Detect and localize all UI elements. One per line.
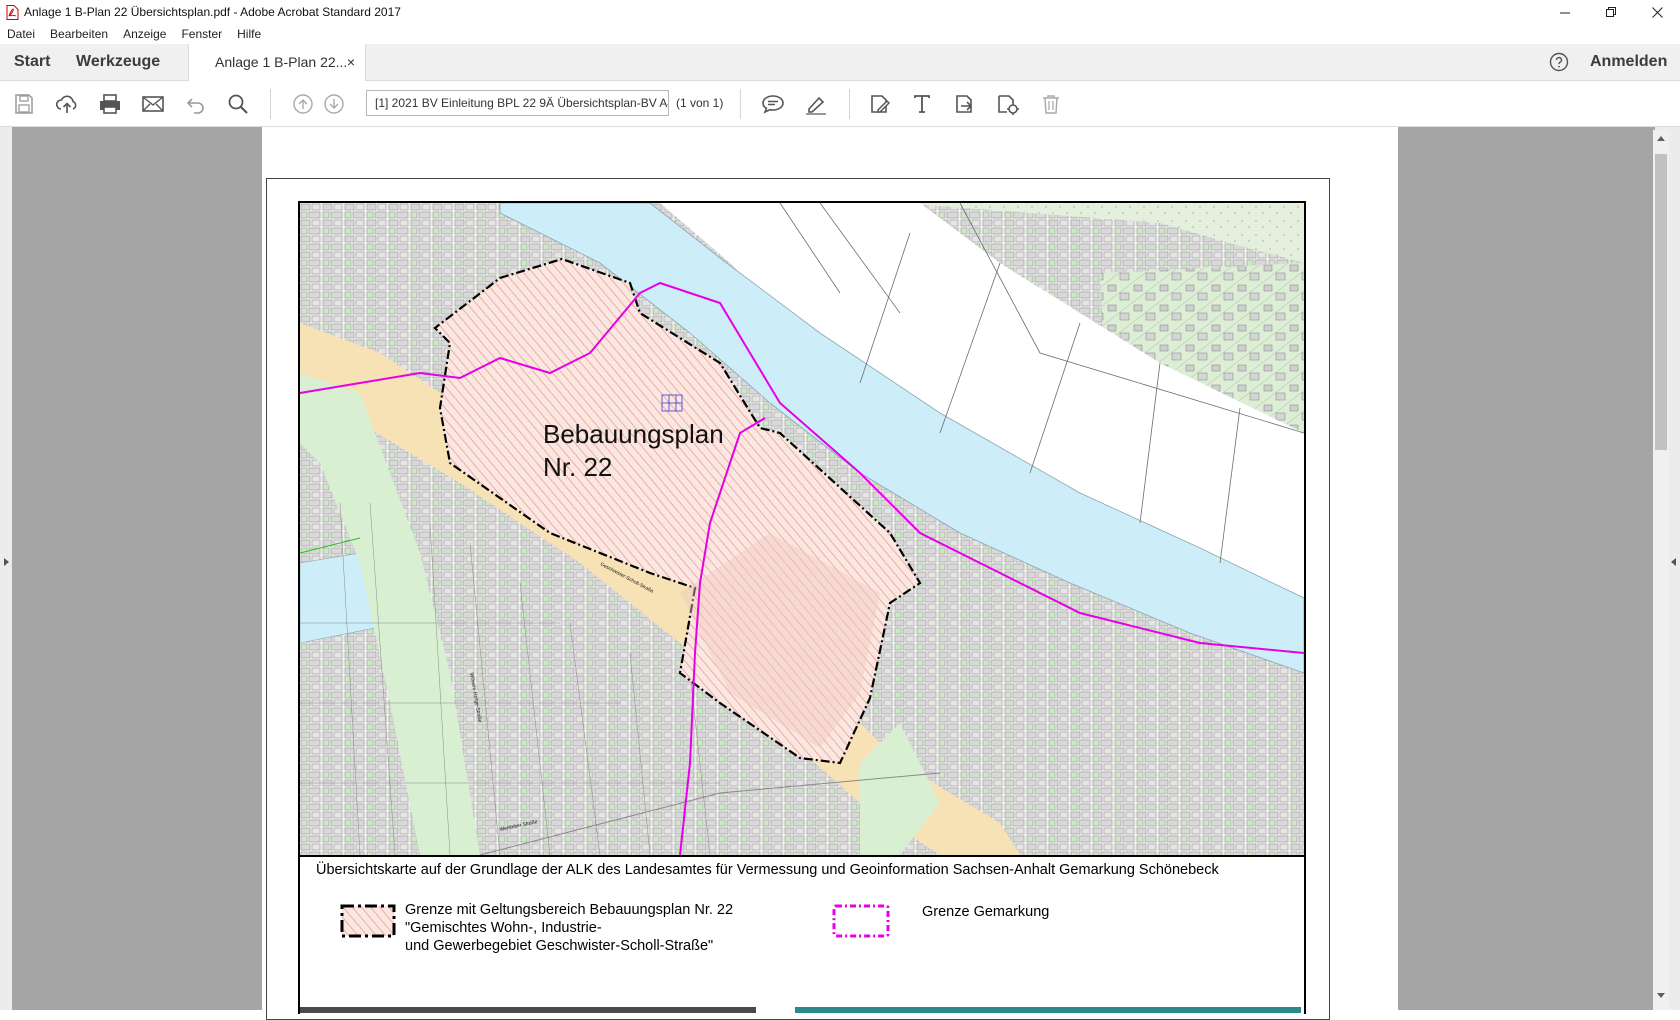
menu-anzeige[interactable]: Anzeige: [116, 27, 174, 41]
signin-button[interactable]: Anmelden: [1590, 44, 1667, 80]
tab-start[interactable]: Start: [14, 44, 50, 80]
expand-right-icon[interactable]: [3, 557, 10, 569]
tab-bar: Start Werkzeuge Anlage 1 B-Plan 22... × …: [0, 44, 1680, 81]
legend-boundary-line1: Grenze mit Geltungsbereich Bebauungsplan…: [405, 902, 734, 918]
delete-icon[interactable]: [1037, 90, 1065, 118]
menu-hilfe[interactable]: Hilfe: [230, 27, 269, 41]
export-icon[interactable]: [951, 90, 979, 118]
expand-left-icon[interactable]: [1670, 557, 1677, 569]
search-icon[interactable]: [224, 90, 252, 118]
tab-tools[interactable]: Werkzeuge: [76, 44, 160, 80]
next-image-strip: [300, 1007, 756, 1013]
legend-boundary-line2: "Gemischtes Wohn-, Industrie-: [405, 920, 602, 936]
toolbar: [1] 2021 BV Einleitung BPL 22 9Ä Übersic…: [0, 81, 1680, 127]
edit-pdf-icon[interactable]: [866, 90, 894, 118]
highlight-icon[interactable]: [802, 90, 830, 118]
print-icon[interactable]: [96, 90, 124, 118]
comment-icon[interactable]: [759, 90, 787, 118]
toolbar-divider: [849, 89, 850, 119]
tab-close-icon[interactable]: ×: [347, 44, 355, 80]
menu-datei[interactable]: Datei: [0, 27, 43, 41]
tab-document-label: Anlage 1 B-Plan 22...: [215, 54, 348, 70]
page-count: (1 von 1): [676, 96, 724, 110]
map-image: Bebauungsplan Nr. 22 Geschwister-Scholl-…: [298, 201, 1306, 857]
tab-document[interactable]: Anlage 1 B-Plan 22... ×: [188, 44, 366, 81]
document-viewer[interactable]: Bebauungsplan Nr. 22 Geschwister-Scholl-…: [0, 127, 1680, 1020]
pdf-page: Bebauungsplan Nr. 22 Geschwister-Scholl-…: [262, 127, 1398, 1020]
legend-gemarkung-symbol: [832, 904, 892, 945]
legend-gemarkung: Grenze Gemarkung: [922, 904, 1050, 920]
help-icon[interactable]: [1549, 52, 1569, 72]
organize-icon[interactable]: [994, 90, 1022, 118]
left-panel-toggle[interactable]: [0, 127, 12, 1010]
menu-fenster[interactable]: Fenster: [174, 27, 230, 41]
next-image-strip: [795, 1007, 1301, 1013]
text-icon[interactable]: [908, 90, 936, 118]
map-caption: Übersichtskarte auf der Grundlage der AL…: [316, 862, 1219, 878]
map-plan-title-line2: Nr. 22: [543, 452, 612, 482]
page-up-icon[interactable]: [289, 90, 317, 118]
map-legend: Übersichtskarte auf der Grundlage der AL…: [298, 854, 1306, 1014]
close-icon[interactable]: [1634, 0, 1680, 24]
undo-icon[interactable]: [181, 90, 209, 118]
menu-bearbeiten[interactable]: Bearbeiten: [43, 27, 116, 41]
mail-icon[interactable]: [139, 90, 167, 118]
restore-icon[interactable]: [1588, 0, 1634, 24]
legend-plan-boundary-symbol: [340, 904, 396, 943]
legend-boundary-line3: und Gewerbegebiet Geschwister-Scholl-Str…: [405, 938, 714, 954]
scroll-up-icon[interactable]: [1656, 134, 1666, 144]
page-down-icon[interactable]: [320, 90, 348, 118]
window-title: Anlage 1 B-Plan 22 Übersichtsplan.pdf - …: [24, 5, 401, 19]
title-bar: Anlage 1 B-Plan 22 Übersichtsplan.pdf - …: [0, 0, 1680, 24]
upload-icon[interactable]: [53, 90, 81, 118]
minimize-icon[interactable]: [1542, 0, 1588, 24]
document-name-field[interactable]: [1] 2021 BV Einleitung BPL 22 9Ä Übersic…: [366, 90, 669, 116]
map-plan-title-line1: Bebauungsplan: [543, 419, 724, 449]
pdf-file-icon: [5, 4, 19, 20]
scrollbar-thumb[interactable]: [1655, 154, 1667, 450]
toolbar-divider: [270, 89, 271, 119]
menu-bar: Datei Bearbeiten Anzeige Fenster Hilfe: [0, 24, 1680, 44]
toolbar-divider: [740, 89, 741, 119]
scroll-down-icon[interactable]: [1656, 992, 1666, 1002]
vertical-scrollbar[interactable]: [1653, 130, 1669, 1010]
save-icon[interactable]: [10, 90, 38, 118]
